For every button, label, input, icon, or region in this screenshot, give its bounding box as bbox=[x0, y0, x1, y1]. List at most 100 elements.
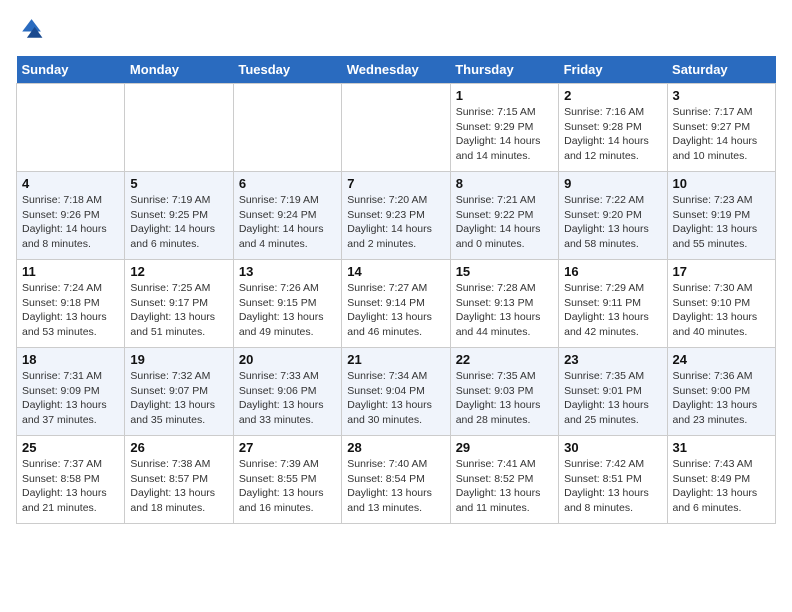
day-number: 24 bbox=[673, 352, 770, 367]
day-info: Sunrise: 7:37 AM Sunset: 8:58 PM Dayligh… bbox=[22, 457, 119, 516]
calendar-cell: 12 Sunrise: 7:25 AM Sunset: 9:17 PM Dayli… bbox=[125, 260, 233, 348]
calendar-cell: 4Sunrise: 7:18 AM Sunset: 9:26 PM Daylig… bbox=[17, 172, 125, 260]
page-header bbox=[16, 16, 776, 44]
day-number: 18 bbox=[22, 352, 119, 367]
day-info: Sunrise: 7:30 AM Sunset: 9:10 PM Dayligh… bbox=[673, 281, 770, 340]
calendar-cell: 13 Sunrise: 7:26 AM Sunset: 9:15 PM Dayli… bbox=[233, 260, 341, 348]
day-number: 30 bbox=[564, 440, 661, 455]
day-info: Sunrise: 7:35 AM Sunset: 9:01 PM Dayligh… bbox=[564, 369, 661, 428]
day-number: 16 bbox=[564, 264, 661, 279]
weekday-header-row: SundayMondayTuesdayWednesdayThursdayFrid… bbox=[17, 56, 776, 84]
day-info: Sunrise: 7:28 AM Sunset: 9:13 PM Dayligh… bbox=[456, 281, 553, 340]
weekday-header-friday: Friday bbox=[559, 56, 667, 84]
weekday-header-sunday: Sunday bbox=[17, 56, 125, 84]
calendar-cell: 11 Sunrise: 7:24 AM Sunset: 9:18 PM Dayli… bbox=[17, 260, 125, 348]
day-info: Sunrise: 7:33 AM Sunset: 9:06 PM Dayligh… bbox=[239, 369, 336, 428]
day-number: 28 bbox=[347, 440, 444, 455]
day-info: Sunrise: 7:27 AM Sunset: 9:14 PM Dayligh… bbox=[347, 281, 444, 340]
day-info: Sunrise: 7:17 AM Sunset: 9:27 PM Dayligh… bbox=[673, 105, 770, 164]
day-number: 13 bbox=[239, 264, 336, 279]
calendar-cell: 2Sunrise: 7:16 AM Sunset: 9:28 PM Daylig… bbox=[559, 84, 667, 172]
day-number: 27 bbox=[239, 440, 336, 455]
day-info: Sunrise: 7:26 AM Sunset: 9:15 PM Dayligh… bbox=[239, 281, 336, 340]
day-info: Sunrise: 7:29 AM Sunset: 9:11 PM Dayligh… bbox=[564, 281, 661, 340]
calendar-cell: 25 Sunrise: 7:37 AM Sunset: 8:58 PM Dayli… bbox=[17, 436, 125, 524]
day-info: Sunrise: 7:35 AM Sunset: 9:03 PM Dayligh… bbox=[456, 369, 553, 428]
weekday-header-monday: Monday bbox=[125, 56, 233, 84]
day-number: 5 bbox=[130, 176, 227, 191]
calendar-cell: 5Sunrise: 7:19 AM Sunset: 9:25 PM Daylig… bbox=[125, 172, 233, 260]
weekday-header-wednesday: Wednesday bbox=[342, 56, 450, 84]
calendar-cell: 28 Sunrise: 7:40 AM Sunset: 8:54 PM Dayli… bbox=[342, 436, 450, 524]
calendar-cell: 16 Sunrise: 7:29 AM Sunset: 9:11 PM Dayli… bbox=[559, 260, 667, 348]
calendar-week-5: 25 Sunrise: 7:37 AM Sunset: 8:58 PM Dayli… bbox=[17, 436, 776, 524]
day-number: 29 bbox=[456, 440, 553, 455]
calendar-cell: 24Sunrise: 7:36 AM Sunset: 9:00 PM Dayli… bbox=[667, 348, 775, 436]
day-info: Sunrise: 7:25 AM Sunset: 9:17 PM Dayligh… bbox=[130, 281, 227, 340]
calendar-cell bbox=[342, 84, 450, 172]
day-number: 11 bbox=[22, 264, 119, 279]
calendar-cell: 22 Sunrise: 7:35 AM Sunset: 9:03 PM Dayli… bbox=[450, 348, 558, 436]
day-number: 19 bbox=[130, 352, 227, 367]
weekday-header-tuesday: Tuesday bbox=[233, 56, 341, 84]
day-number: 17 bbox=[673, 264, 770, 279]
day-info: Sunrise: 7:18 AM Sunset: 9:26 PM Dayligh… bbox=[22, 193, 119, 252]
day-number: 8 bbox=[456, 176, 553, 191]
day-info: Sunrise: 7:19 AM Sunset: 9:24 PM Dayligh… bbox=[239, 193, 336, 252]
calendar-cell: 26 Sunrise: 7:38 AM Sunset: 8:57 PM Dayli… bbox=[125, 436, 233, 524]
calendar-cell bbox=[233, 84, 341, 172]
calendar-cell: 21 Sunrise: 7:34 AM Sunset: 9:04 PM Dayli… bbox=[342, 348, 450, 436]
calendar-cell: 7 Sunrise: 7:20 AM Sunset: 9:23 PM Daylig… bbox=[342, 172, 450, 260]
calendar-cell: 30 Sunrise: 7:42 AM Sunset: 8:51 PM Dayli… bbox=[559, 436, 667, 524]
day-info: Sunrise: 7:39 AM Sunset: 8:55 PM Dayligh… bbox=[239, 457, 336, 516]
logo-icon bbox=[16, 16, 44, 44]
calendar-cell: 3Sunrise: 7:17 AM Sunset: 9:27 PM Daylig… bbox=[667, 84, 775, 172]
day-number: 6 bbox=[239, 176, 336, 191]
day-number: 21 bbox=[347, 352, 444, 367]
day-number: 31 bbox=[673, 440, 770, 455]
day-info: Sunrise: 7:42 AM Sunset: 8:51 PM Dayligh… bbox=[564, 457, 661, 516]
day-number: 7 bbox=[347, 176, 444, 191]
day-info: Sunrise: 7:20 AM Sunset: 9:23 PM Dayligh… bbox=[347, 193, 444, 252]
day-number: 15 bbox=[456, 264, 553, 279]
day-number: 2 bbox=[564, 88, 661, 103]
day-number: 9 bbox=[564, 176, 661, 191]
day-number: 10 bbox=[673, 176, 770, 191]
calendar-cell: 8 Sunrise: 7:21 AM Sunset: 9:22 PM Daylig… bbox=[450, 172, 558, 260]
calendar-week-3: 11 Sunrise: 7:24 AM Sunset: 9:18 PM Dayli… bbox=[17, 260, 776, 348]
calendar-cell bbox=[17, 84, 125, 172]
day-info: Sunrise: 7:23 AM Sunset: 9:19 PM Dayligh… bbox=[673, 193, 770, 252]
day-info: Sunrise: 7:34 AM Sunset: 9:04 PM Dayligh… bbox=[347, 369, 444, 428]
logo bbox=[16, 16, 48, 44]
day-info: Sunrise: 7:31 AM Sunset: 9:09 PM Dayligh… bbox=[22, 369, 119, 428]
calendar-table: SundayMondayTuesdayWednesdayThursdayFrid… bbox=[16, 56, 776, 524]
calendar-cell: 6 Sunrise: 7:19 AM Sunset: 9:24 PM Daylig… bbox=[233, 172, 341, 260]
weekday-header-thursday: Thursday bbox=[450, 56, 558, 84]
day-info: Sunrise: 7:32 AM Sunset: 9:07 PM Dayligh… bbox=[130, 369, 227, 428]
weekday-header-saturday: Saturday bbox=[667, 56, 775, 84]
day-info: Sunrise: 7:15 AM Sunset: 9:29 PM Dayligh… bbox=[456, 105, 553, 164]
day-number: 23 bbox=[564, 352, 661, 367]
day-number: 26 bbox=[130, 440, 227, 455]
day-number: 25 bbox=[22, 440, 119, 455]
calendar-cell: 19 Sunrise: 7:32 AM Sunset: 9:07 PM Dayli… bbox=[125, 348, 233, 436]
calendar-cell: 20Sunrise: 7:33 AM Sunset: 9:06 PM Dayli… bbox=[233, 348, 341, 436]
calendar-cell: 10 Sunrise: 7:23 AM Sunset: 9:19 PM Dayli… bbox=[667, 172, 775, 260]
day-info: Sunrise: 7:21 AM Sunset: 9:22 PM Dayligh… bbox=[456, 193, 553, 252]
day-number: 22 bbox=[456, 352, 553, 367]
calendar-cell bbox=[125, 84, 233, 172]
day-info: Sunrise: 7:43 AM Sunset: 8:49 PM Dayligh… bbox=[673, 457, 770, 516]
day-number: 12 bbox=[130, 264, 227, 279]
day-info: Sunrise: 7:24 AM Sunset: 9:18 PM Dayligh… bbox=[22, 281, 119, 340]
day-info: Sunrise: 7:40 AM Sunset: 8:54 PM Dayligh… bbox=[347, 457, 444, 516]
calendar-cell: 23 Sunrise: 7:35 AM Sunset: 9:01 PM Dayli… bbox=[559, 348, 667, 436]
calendar-week-4: 18 Sunrise: 7:31 AM Sunset: 9:09 PM Dayli… bbox=[17, 348, 776, 436]
calendar-cell: 18 Sunrise: 7:31 AM Sunset: 9:09 PM Dayli… bbox=[17, 348, 125, 436]
calendar-week-2: 4Sunrise: 7:18 AM Sunset: 9:26 PM Daylig… bbox=[17, 172, 776, 260]
day-number: 1 bbox=[456, 88, 553, 103]
day-info: Sunrise: 7:38 AM Sunset: 8:57 PM Dayligh… bbox=[130, 457, 227, 516]
calendar-week-1: 1 Sunrise: 7:15 AM Sunset: 9:29 PM Daylig… bbox=[17, 84, 776, 172]
calendar-cell: 29 Sunrise: 7:41 AM Sunset: 8:52 PM Dayli… bbox=[450, 436, 558, 524]
calendar-cell: 31 Sunrise: 7:43 AM Sunset: 8:49 PM Dayli… bbox=[667, 436, 775, 524]
day-info: Sunrise: 7:41 AM Sunset: 8:52 PM Dayligh… bbox=[456, 457, 553, 516]
